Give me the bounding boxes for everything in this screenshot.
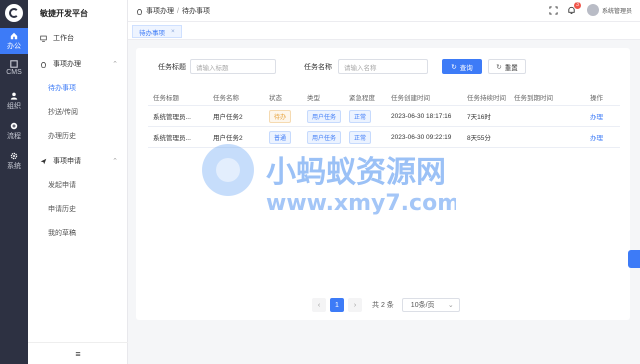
column-header: 任务名称 [213, 94, 239, 102]
rail-item-org[interactable]: 组织 [0, 88, 28, 114]
chevron-down-icon: ⌄ [447, 302, 454, 309]
home-icon [10, 32, 18, 40]
refresh-icon: ↻ [451, 63, 457, 71]
monitor-icon [40, 35, 47, 42]
hand-icon [41, 61, 46, 68]
sidebar-item-cc[interactable]: 抄送/传阅 [28, 101, 128, 123]
task-name-input[interactable]: 请输入名称 [338, 59, 428, 74]
sidebar-group-task-apply[interactable]: 事项申请 ⌃ [28, 150, 128, 172]
tab-strip: 待办事项 × [128, 22, 640, 40]
cell-name: 用户任务2 [213, 114, 243, 121]
prev-page-button[interactable]: ‹ [312, 298, 326, 312]
chevron-up-icon: ⌃ [112, 61, 118, 68]
cell-duration: 7天16时 [467, 114, 491, 121]
app-logo [5, 4, 23, 22]
reset-button[interactable]: ↻ 重置 [488, 59, 526, 74]
sidebar-item-drafts[interactable]: 我的草稿 [28, 222, 128, 244]
notification-badge: 3 [573, 2, 581, 9]
column-header: 任务标题 [153, 94, 179, 102]
pagination: ‹ 1 › 共 2 条 10条/页 ⌄ [312, 298, 460, 312]
cms-icon [10, 60, 18, 68]
sidebar-item-history[interactable]: 办理历史 [28, 125, 128, 147]
sidebar-item-workbench[interactable]: 工作台 [28, 27, 128, 49]
breadcrumb-item: 待办事项 [181, 8, 210, 15]
user-icon [10, 92, 18, 100]
column-header: 操作 [590, 94, 603, 102]
cell-title: 系统管理员... [153, 114, 191, 121]
rail-item-cms[interactable]: CMS [0, 56, 28, 82]
app-rail: 办公 CMS 组织 流程 系统 [0, 0, 28, 364]
cell-created: 2023-06-30 09:22:19 [391, 133, 452, 141]
type-badge: 用户任务 [307, 109, 342, 123]
page-size-select[interactable]: 10条/页 ⌄ [401, 298, 460, 312]
total-count: 共 2 条 [372, 302, 394, 309]
cell-name: 用户任务2 [213, 135, 243, 142]
breadcrumb-item[interactable]: 事项办理 [146, 6, 174, 16]
rail-item-office[interactable]: 办公 [0, 28, 28, 54]
settings-drawer-button[interactable] [628, 250, 640, 268]
sidebar-item-request-history[interactable]: 申请历史 [28, 198, 128, 220]
sidebar-item-todo[interactable]: 待办事项 [28, 77, 128, 99]
task-title-input[interactable]: 请输入标题 [190, 59, 276, 74]
column-header: 紧急程度 [349, 94, 375, 102]
user-name[interactable]: 系统管理员 [602, 6, 632, 15]
content-card: 任务标题 请输入标题 任务名称 请输入名称 ↻ 查询 ↻ 重置 任务标题 任务名… [136, 48, 630, 320]
column-header: 任务到期时间 [514, 94, 553, 102]
status-badge: 普通 [269, 130, 292, 144]
menu-icon: ≡ [75, 348, 81, 359]
avatar[interactable] [586, 4, 599, 16]
sidebar-collapse-button[interactable]: ≡ [28, 342, 128, 364]
cell-created: 2023-06-30 18:17:16 [391, 112, 452, 120]
status-badge: 待办 [269, 109, 292, 123]
sidebar: 敏捷开发平台 工作台 事项办理 ⌃ 待办事项 抄送/传阅 办理历史 事项申请 ⌃… [28, 0, 128, 364]
table-row: 系统管理员... 用户任务2 待办 用户任务 正常 2023-06-30 18:… [148, 106, 620, 127]
gear-icon [10, 152, 18, 160]
column-header: 任务持续时间 [467, 94, 506, 102]
handle-link[interactable]: 办理 [585, 132, 620, 142]
search-button[interactable]: ↻ 查询 [442, 59, 482, 74]
fullscreen-icon[interactable] [549, 5, 559, 15]
platform-title: 敏捷开发平台 [40, 9, 88, 18]
urgency-badge: 正常 [349, 109, 372, 123]
top-header: 事项办理 / 待办事项 3 系统管理员 [128, 0, 640, 22]
task-name-label: 任务名称 [304, 64, 332, 71]
sidebar-group-task-handling[interactable]: 事项办理 ⌃ [28, 53, 128, 75]
header-actions: 3 系统管理员 [541, 2, 632, 16]
cell-title: 系统管理员... [153, 135, 191, 142]
type-badge: 用户任务 [307, 130, 342, 144]
hand-icon [137, 8, 142, 15]
handle-link[interactable]: 办理 [585, 111, 620, 121]
rail-item-flow[interactable]: 流程 [0, 118, 28, 144]
column-header: 类型 [307, 94, 320, 102]
breadcrumb-separator: / [177, 7, 179, 15]
page-number[interactable]: 1 [330, 298, 344, 312]
breadcrumb: 事项办理 / 待办事项 [136, 6, 210, 16]
tab-todo[interactable]: 待办事项 × [132, 25, 182, 38]
send-icon [40, 158, 47, 164]
table-header: 任务标题 任务名称 状态 类型 紧急程度 任务创建时间 任务持续时间 任务到期时… [148, 88, 620, 106]
close-icon[interactable]: × [171, 28, 175, 35]
cell-duration: 8天55分 [467, 135, 491, 142]
sidebar-item-new-request[interactable]: 发起申请 [28, 174, 128, 196]
bell-icon[interactable]: 3 [567, 2, 581, 15]
rail-item-system[interactable]: 系统 [0, 148, 28, 174]
column-header: 任务创建时间 [391, 94, 430, 102]
column-header: 状态 [269, 94, 282, 102]
next-page-button[interactable]: › [348, 298, 362, 312]
chevron-up-icon: ⌃ [112, 158, 118, 165]
task-table: 任务标题 任务名称 状态 类型 紧急程度 任务创建时间 任务持续时间 任务到期时… [148, 88, 620, 148]
reset-icon: ↻ [496, 63, 502, 71]
table-row: 系统管理员... 用户任务2 普通 用户任务 正常 2023-06-30 09:… [148, 127, 620, 148]
task-title-label: 任务标题 [158, 64, 186, 71]
urgency-badge: 正常 [349, 130, 372, 144]
plus-circle-icon [10, 122, 18, 130]
